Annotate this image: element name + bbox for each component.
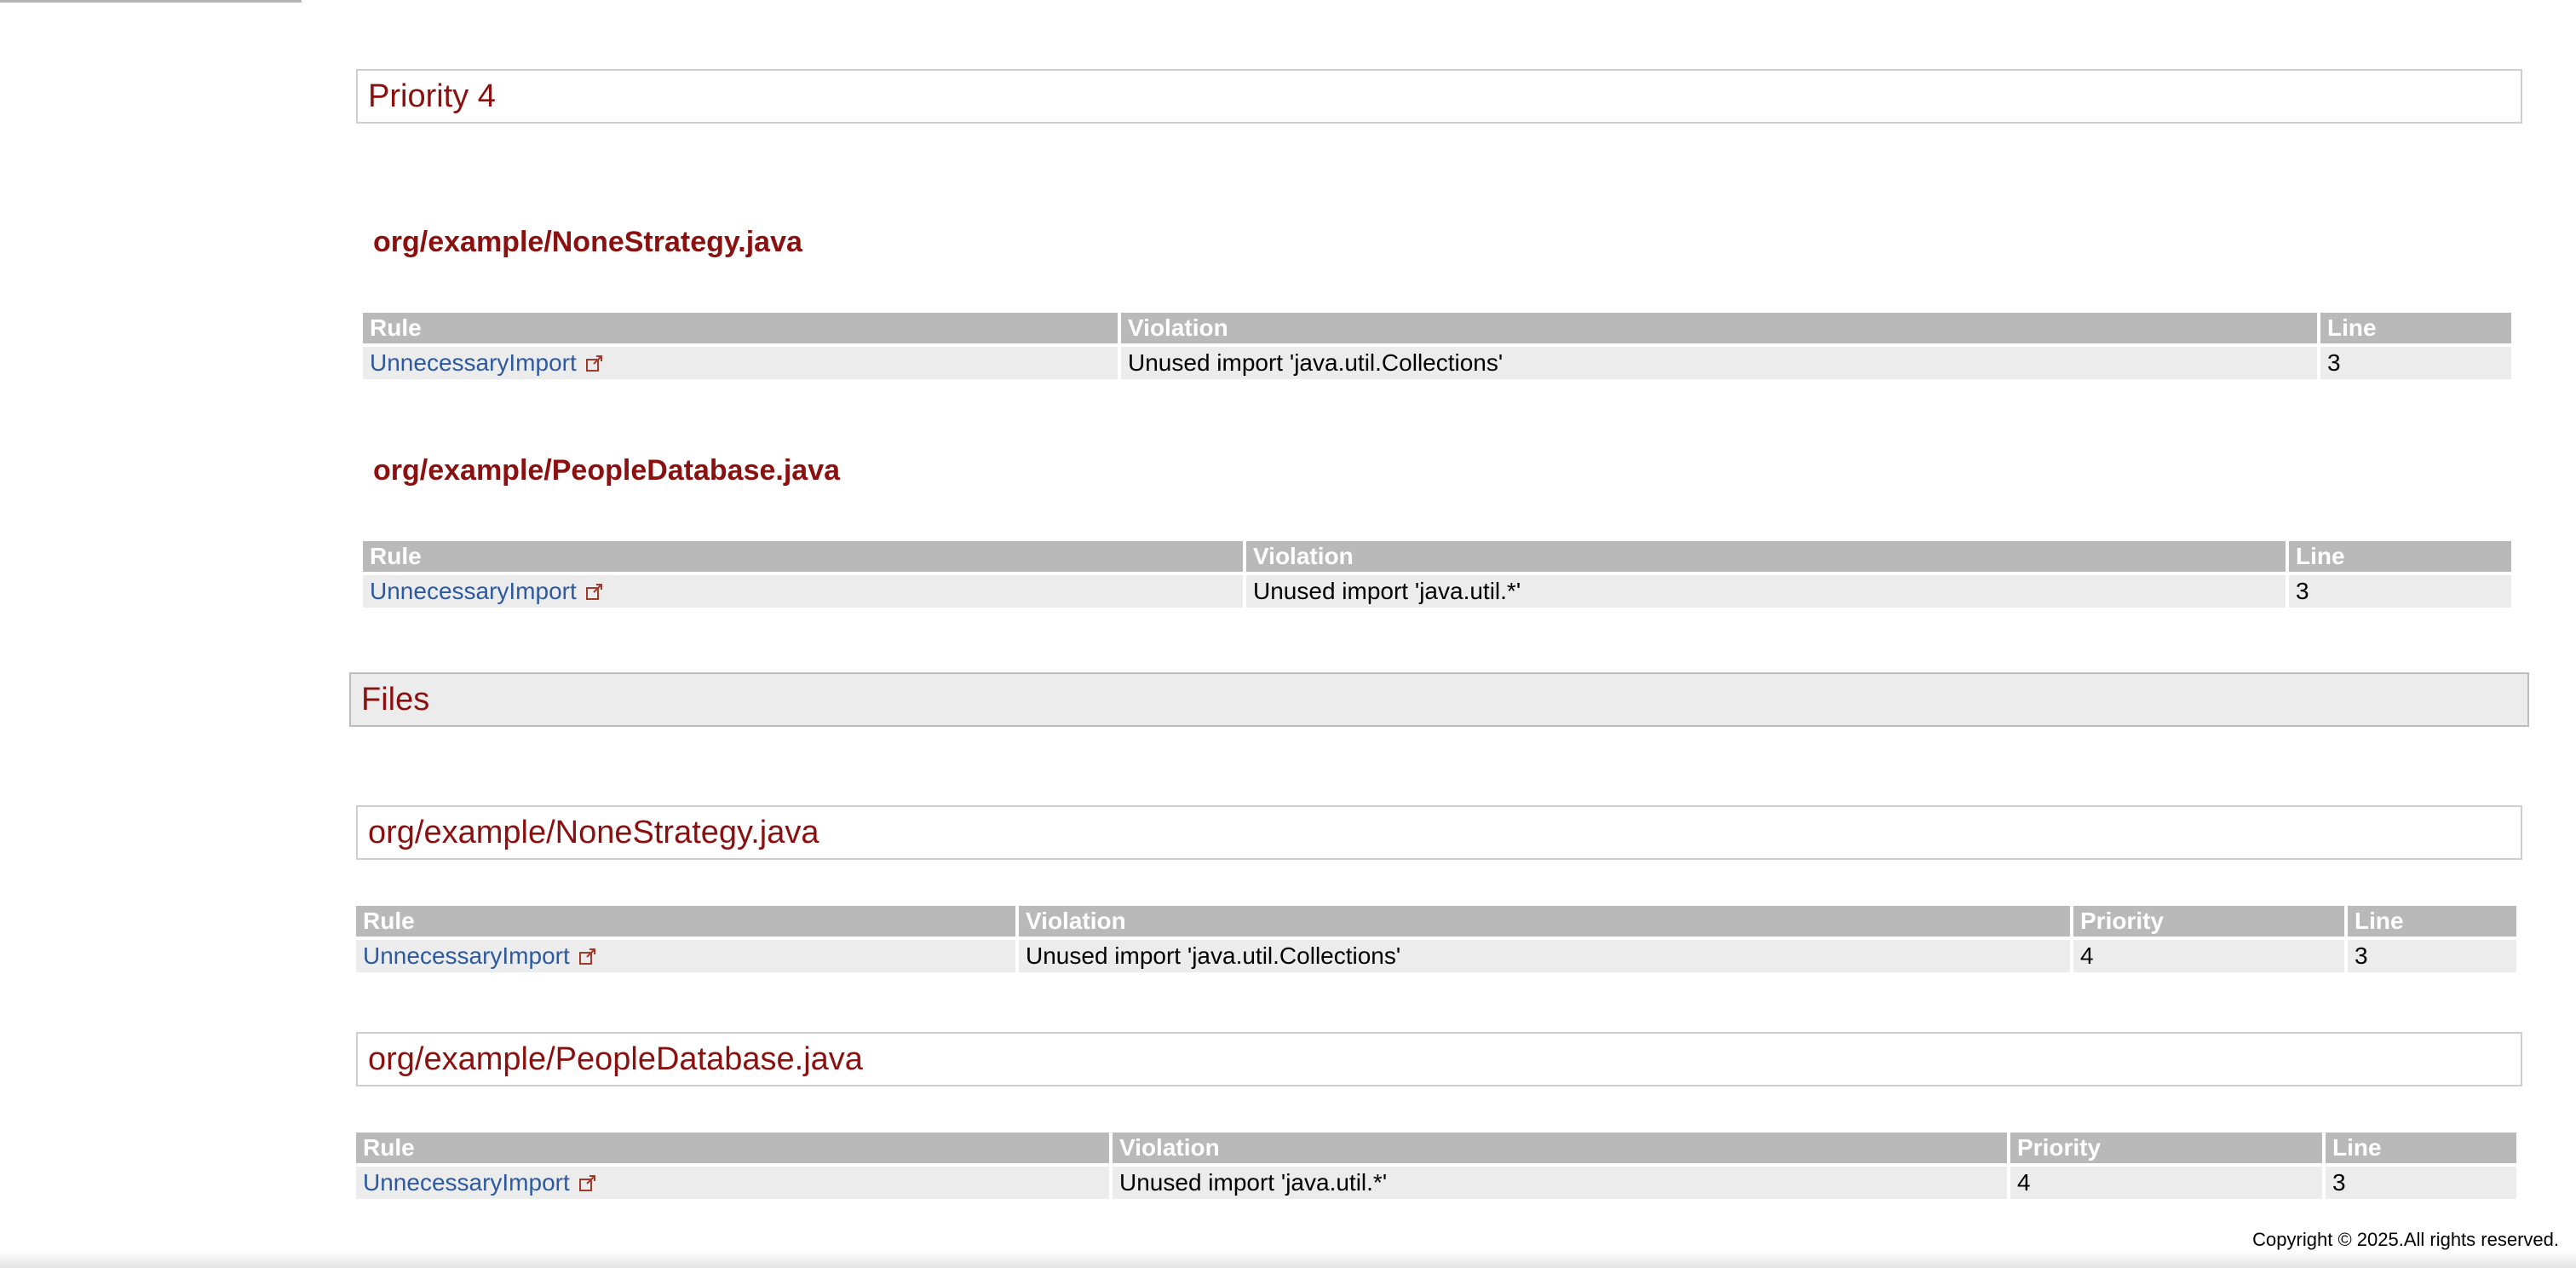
priority-violations-table-nonestrategy: Rule Violation Line UnnecessaryImport Un… [359,309,2515,383]
files-violations-table-nonestrategy: Rule Violation Priority Line Unnecessary… [353,902,2520,976]
column-header-line: Line [2326,1133,2516,1163]
rule-cell: UnnecessaryImport [363,347,1118,379]
rule-link[interactable]: UnnecessaryImport [370,349,577,376]
column-header-rule: Rule [363,541,1243,572]
files-file-heading-peopledatabase: org/example/PeopleDatabase.java [356,1032,2522,1086]
column-header-rule: Rule [356,1133,1109,1163]
files-violations-table-peopledatabase: Rule Violation Priority Line Unnecessary… [353,1129,2520,1202]
rule-cell: UnnecessaryImport [363,575,1243,608]
table-row: UnnecessaryImport Unused import 'java.ut… [356,940,2516,972]
table-header-row: Rule Violation Line [363,541,2511,572]
priority-cell: 4 [2073,940,2344,972]
column-header-rule: Rule [356,906,1015,937]
copyright-footer: Copyright © 2025.All rights reserved. [2252,1229,2559,1250]
column-header-violation: Violation [1246,541,2286,572]
rule-link[interactable]: UnnecessaryImport [363,942,570,969]
external-link-icon[interactable] [585,577,604,600]
column-header-line: Line [2289,541,2511,572]
line-cell: 3 [2326,1167,2516,1199]
table-header-row: Rule Violation Line [363,313,2511,343]
rule-link[interactable]: UnnecessaryImport [363,1169,570,1196]
column-header-violation: Violation [1019,906,2070,937]
priority-cell: 4 [2010,1167,2322,1199]
line-cell: 3 [2348,940,2516,972]
violation-cell: Unused import 'java.util.Collections' [1019,940,2070,972]
rule-link[interactable]: UnnecessaryImport [370,578,577,604]
files-file-heading-nonestrategy: org/example/NoneStrategy.java [356,805,2522,860]
priority-section-title: Priority 4 [356,69,2522,124]
priority-file-heading-peopledatabase: org/example/PeopleDatabase.java [373,454,841,487]
column-header-priority: Priority [2010,1133,2322,1163]
rule-cell: UnnecessaryImport [356,1167,1109,1199]
violation-cell: Unused import 'java.util.*' [1246,575,2286,608]
rule-cell: UnnecessaryImport [356,940,1015,972]
top-divider [0,0,302,3]
column-header-rule: Rule [363,313,1118,343]
files-section-title: Files [349,672,2529,727]
external-link-icon[interactable] [578,1168,597,1191]
column-header-priority: Priority [2073,906,2344,937]
table-row: UnnecessaryImport Unused import 'java.ut… [363,575,2511,608]
external-link-icon[interactable] [585,349,604,372]
column-header-violation: Violation [1121,313,2317,343]
table-header-row: Rule Violation Priority Line [356,1133,2516,1163]
line-cell: 3 [2289,575,2511,608]
table-header-row: Rule Violation Priority Line [356,906,2516,937]
violation-cell: Unused import 'java.util.*' [1113,1167,2007,1199]
line-cell: 3 [2320,347,2511,379]
column-header-line: Line [2320,313,2511,343]
table-row: UnnecessaryImport Unused import 'java.ut… [356,1167,2516,1199]
window-bottom-edge [0,1251,2576,1268]
column-header-line: Line [2348,906,2516,937]
external-link-icon[interactable] [578,942,597,965]
violation-cell: Unused import 'java.util.Collections' [1121,347,2317,379]
priority-violations-table-peopledatabase: Rule Violation Line UnnecessaryImport Un… [359,538,2515,611]
table-row: UnnecessaryImport Unused import 'java.ut… [363,347,2511,379]
column-header-violation: Violation [1113,1133,2007,1163]
priority-file-heading-nonestrategy: org/example/NoneStrategy.java [373,226,802,258]
